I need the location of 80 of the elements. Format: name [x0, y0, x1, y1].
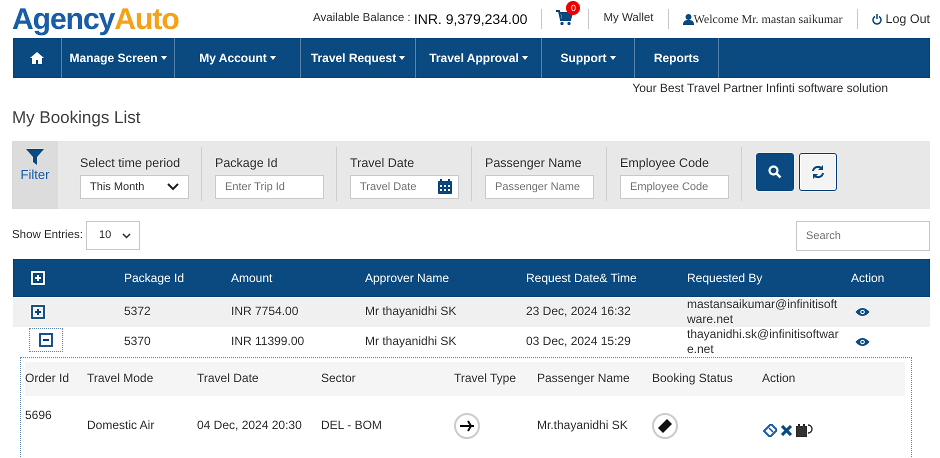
column-header: Approver Name [365, 270, 450, 284]
filter-icon [26, 148, 44, 164]
filter-tab[interactable]: Filter [12, 140, 58, 208]
show-entries-label: Show Entries: [12, 228, 83, 243]
column-header: Passenger Name [537, 371, 630, 386]
logo-text: Agency [12, 2, 114, 38]
tagline: Your Best Travel Partner Infinti software solution [632, 81, 888, 95]
ticket-icon [652, 412, 678, 438]
table-cell: Domestic Air [87, 418, 154, 432]
minus-icon [39, 332, 53, 347]
table-cell-text: thayanidhi.sk@infinitisoftware.net [687, 327, 840, 356]
input-field[interactable]: Passenger Name [485, 175, 594, 200]
chevron-down-icon [167, 183, 179, 192]
nav-menu-item[interactable]: Reports [635, 38, 719, 78]
cart-count-badge: 0 [566, 1, 580, 16]
column-header: Amount [231, 270, 272, 284]
nav-menu-item[interactable]: My Account [175, 38, 301, 78]
expand-all-icon[interactable] [31, 270, 45, 284]
entries-select[interactable]: 10 [86, 221, 140, 250]
column-header: Request Date& Time [526, 270, 637, 284]
nav-menu-item[interactable]: Travel Approval [416, 38, 542, 78]
field-label: Travel Date [350, 154, 416, 172]
column-header: Travel Date [197, 371, 259, 386]
ticket-icon[interactable] [762, 424, 777, 437]
column-header: Requested By [687, 270, 762, 284]
nav-menu-item[interactable]: Manage Screen [62, 38, 175, 78]
table-cell: 04 Dec, 2024 20:30 [197, 418, 302, 432]
plane-icon [454, 412, 480, 438]
table-cell: 5696 [25, 408, 52, 422]
wallet-link[interactable]: My Wallet [603, 10, 654, 28]
chevron-down-icon [122, 232, 131, 238]
refresh-button[interactable] [799, 152, 837, 190]
column-header: Order Id [25, 371, 70, 386]
field-label: Package Id [215, 154, 279, 172]
balance-amount: INR. 9,379,234.00 [414, 10, 528, 28]
user-icon [682, 14, 694, 24]
table-cell: Mr.thayanidhi SK [537, 418, 628, 432]
refresh-icon [811, 164, 825, 178]
table-cell: 03 Dec, 2024 15:29 [526, 334, 631, 348]
date-field[interactable]: Travel Date [350, 175, 459, 200]
welcome-text: Welcome Mr. mastan saikumar [694, 11, 843, 28]
table-cell: INR 11399.00 [231, 334, 304, 348]
field-label: Passenger Name [485, 154, 583, 172]
input-field[interactable]: Employee Code [620, 175, 729, 200]
view-icon[interactable] [855, 307, 870, 318]
column-header: Package Id [124, 270, 184, 284]
table-cell: Mr thayanidhi SK [365, 334, 456, 348]
table-cell: 5370 [124, 334, 151, 348]
field-label: Employee Code [620, 154, 710, 172]
column-header: Action [762, 371, 796, 386]
calendar-icon[interactable] [437, 179, 453, 196]
column-header: Travel Mode [87, 371, 154, 386]
column-header: Sector [321, 371, 356, 386]
balance-label: Available Balance : [313, 11, 411, 26]
logout-link[interactable]: Log Out [872, 10, 930, 28]
column-header: Travel Type [454, 371, 516, 386]
nav-menu-item[interactable]: Support [542, 38, 635, 78]
table-cell: INR 7754.00 [231, 304, 298, 318]
table-cell: Mr thayanidhi SK [365, 304, 456, 318]
table-cell: 5372 [124, 304, 151, 318]
power-icon [872, 14, 882, 24]
table-cell: 23 Dec, 2024 16:32 [526, 304, 631, 318]
cart-icon[interactable] [556, 10, 574, 26]
time-period-select[interactable]: This Month [80, 175, 189, 200]
close-icon[interactable] [781, 425, 792, 436]
expand-icon[interactable] [31, 304, 45, 318]
column-header: Action [851, 270, 884, 284]
input-field[interactable]: Enter Trip Id [215, 175, 324, 200]
view-icon[interactable] [855, 337, 870, 348]
nav-menu-item[interactable]: Travel Request [301, 38, 416, 78]
collapse-button[interactable] [29, 328, 63, 352]
table-cell: DEL - BOM [321, 418, 382, 432]
calendar-refresh-icon[interactable] [796, 423, 814, 438]
page-title: My Bookings List [12, 108, 140, 127]
logo-text: Auto [114, 2, 179, 38]
column-header: Booking Status [652, 371, 733, 386]
search-button[interactable] [756, 152, 794, 190]
field-label: Select time period [80, 154, 182, 172]
search-icon [768, 164, 782, 178]
search-field[interactable]: Search [796, 220, 930, 250]
